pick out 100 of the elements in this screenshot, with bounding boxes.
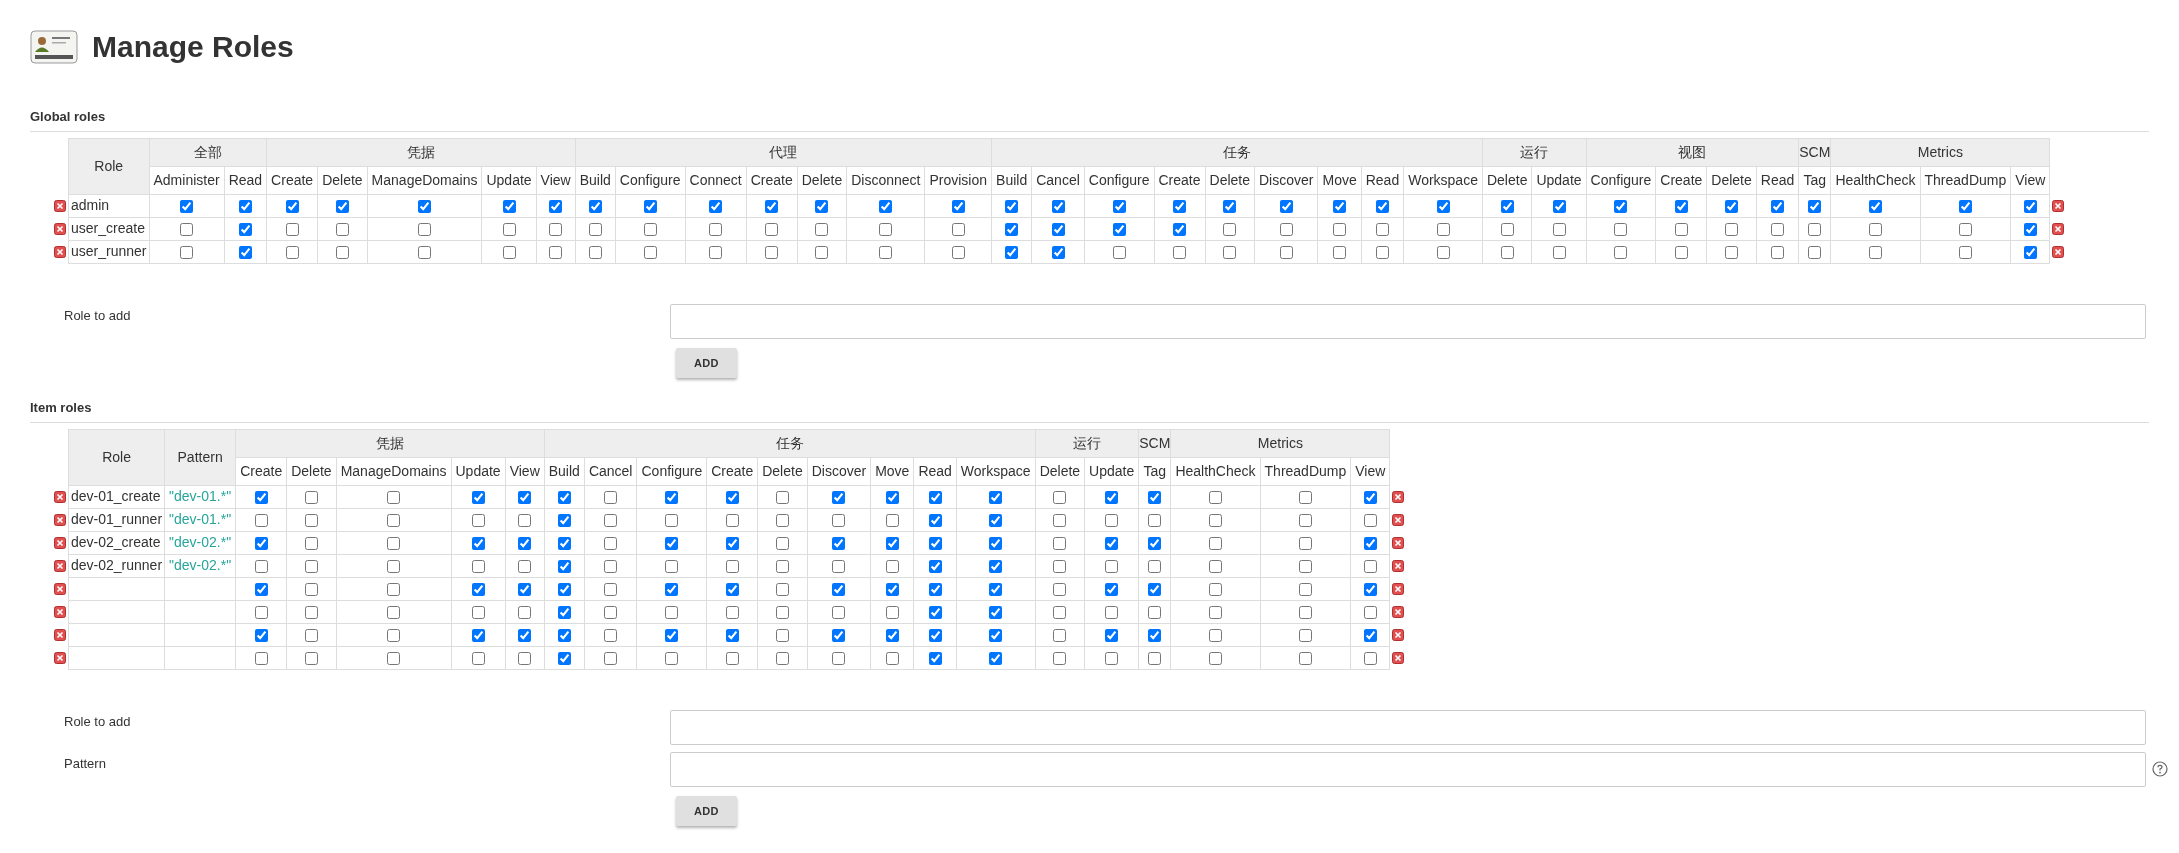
permission-checkbox[interactable] <box>1771 222 1784 236</box>
permission-checkbox[interactable] <box>304 628 318 642</box>
permission-checkbox[interactable] <box>1552 199 1566 213</box>
delete-icon[interactable] <box>54 629 66 642</box>
permission-checkbox[interactable] <box>1868 245 1882 259</box>
permission-checkbox[interactable] <box>1105 628 1119 642</box>
permission-checkbox[interactable] <box>832 605 846 619</box>
help-icon[interactable] <box>2152 760 2168 777</box>
permission-checkbox[interactable] <box>815 245 829 259</box>
permission-checkbox[interactable] <box>928 559 942 573</box>
permission-checkbox[interactable] <box>418 245 432 259</box>
permission-checkbox[interactable] <box>1105 582 1119 596</box>
permission-checkbox[interactable] <box>254 582 268 596</box>
permission-checkbox[interactable] <box>879 199 893 213</box>
permission-checkbox[interactable] <box>1298 513 1312 527</box>
permission-checkbox[interactable] <box>1053 490 1067 504</box>
permission-checkbox[interactable] <box>1725 222 1739 236</box>
permission-checkbox[interactable] <box>885 651 899 665</box>
permission-checkbox[interactable] <box>775 605 789 619</box>
add-button[interactable]: ADD <box>676 795 737 826</box>
permission-checkbox[interactable] <box>775 490 789 504</box>
permission-checkbox[interactable] <box>1051 245 1065 259</box>
permission-checkbox[interactable] <box>989 582 1003 596</box>
delete-icon[interactable] <box>1392 606 1405 619</box>
permission-checkbox[interactable] <box>832 490 846 504</box>
permission-checkbox[interactable] <box>989 490 1003 504</box>
permission-checkbox[interactable] <box>518 651 532 665</box>
permission-checkbox[interactable] <box>387 582 401 596</box>
permission-checkbox[interactable] <box>1148 513 1162 527</box>
permission-checkbox[interactable] <box>518 628 532 642</box>
permission-checkbox[interactable] <box>1148 536 1162 550</box>
permission-checkbox[interactable] <box>1868 222 1882 236</box>
delete-icon[interactable] <box>54 652 66 665</box>
permission-checkbox[interactable] <box>725 605 739 619</box>
permission-checkbox[interactable] <box>951 222 965 236</box>
permission-checkbox[interactable] <box>1363 513 1377 527</box>
permission-checkbox[interactable] <box>304 582 318 596</box>
permission-checkbox[interactable] <box>885 513 899 527</box>
permission-checkbox[interactable] <box>1375 199 1389 213</box>
delete-icon[interactable] <box>54 246 66 259</box>
add-button[interactable]: ADD <box>676 347 737 378</box>
permission-checkbox[interactable] <box>1298 536 1312 550</box>
delete-icon[interactable] <box>54 537 66 550</box>
permission-checkbox[interactable] <box>725 490 739 504</box>
permission-checkbox[interactable] <box>254 605 268 619</box>
permission-checkbox[interactable] <box>1614 199 1628 213</box>
permission-checkbox[interactable] <box>238 222 252 236</box>
permission-checkbox[interactable] <box>775 513 789 527</box>
permission-checkbox[interactable] <box>989 536 1003 550</box>
text-field[interactable] <box>670 751 2146 787</box>
permission-checkbox[interactable] <box>1208 628 1222 642</box>
permission-checkbox[interactable] <box>885 628 899 642</box>
delete-icon[interactable] <box>1392 537 1405 550</box>
permission-checkbox[interactable] <box>557 628 571 642</box>
permission-checkbox[interactable] <box>832 513 846 527</box>
permission-checkbox[interactable] <box>471 605 485 619</box>
permission-checkbox[interactable] <box>588 245 602 259</box>
permission-checkbox[interactable] <box>1105 559 1119 573</box>
permission-checkbox[interactable] <box>1298 628 1312 642</box>
permission-checkbox[interactable] <box>775 559 789 573</box>
permission-checkbox[interactable] <box>725 651 739 665</box>
permission-checkbox[interactable] <box>604 490 618 504</box>
permission-checkbox[interactable] <box>557 490 571 504</box>
permission-checkbox[interactable] <box>928 628 942 642</box>
permission-checkbox[interactable] <box>1208 513 1222 527</box>
permission-checkbox[interactable] <box>1436 245 1450 259</box>
permission-checkbox[interactable] <box>1208 651 1222 665</box>
permission-checkbox[interactable] <box>604 582 618 596</box>
permission-checkbox[interactable] <box>928 651 942 665</box>
permission-checkbox[interactable] <box>471 536 485 550</box>
permission-checkbox[interactable] <box>885 582 899 596</box>
permission-checkbox[interactable] <box>2023 245 2037 259</box>
permission-checkbox[interactable] <box>418 199 432 213</box>
permission-checkbox[interactable] <box>1771 199 1784 213</box>
permission-checkbox[interactable] <box>1375 222 1389 236</box>
permission-checkbox[interactable] <box>928 490 942 504</box>
permission-checkbox[interactable] <box>1363 651 1377 665</box>
permission-checkbox[interactable] <box>1051 199 1065 213</box>
permission-checkbox[interactable] <box>285 245 299 259</box>
permission-checkbox[interactable] <box>665 582 679 596</box>
permission-checkbox[interactable] <box>1208 582 1222 596</box>
permission-checkbox[interactable] <box>1808 245 1822 259</box>
permission-checkbox[interactable] <box>1148 559 1162 573</box>
permission-checkbox[interactable] <box>928 513 942 527</box>
permission-checkbox[interactable] <box>989 559 1003 573</box>
permission-checkbox[interactable] <box>335 222 349 236</box>
permission-checkbox[interactable] <box>1148 628 1162 642</box>
delete-icon[interactable] <box>1392 652 1405 665</box>
permission-checkbox[interactable] <box>549 222 563 236</box>
permission-checkbox[interactable] <box>1436 199 1450 213</box>
permission-checkbox[interactable] <box>775 536 789 550</box>
permission-checkbox[interactable] <box>879 245 893 259</box>
permission-checkbox[interactable] <box>665 490 679 504</box>
permission-checkbox[interactable] <box>1725 245 1739 259</box>
permission-checkbox[interactable] <box>1552 245 1566 259</box>
permission-checkbox[interactable] <box>1614 245 1628 259</box>
permission-checkbox[interactable] <box>1105 605 1119 619</box>
permission-checkbox[interactable] <box>1363 536 1377 550</box>
permission-checkbox[interactable] <box>665 536 679 550</box>
permission-checkbox[interactable] <box>471 582 485 596</box>
